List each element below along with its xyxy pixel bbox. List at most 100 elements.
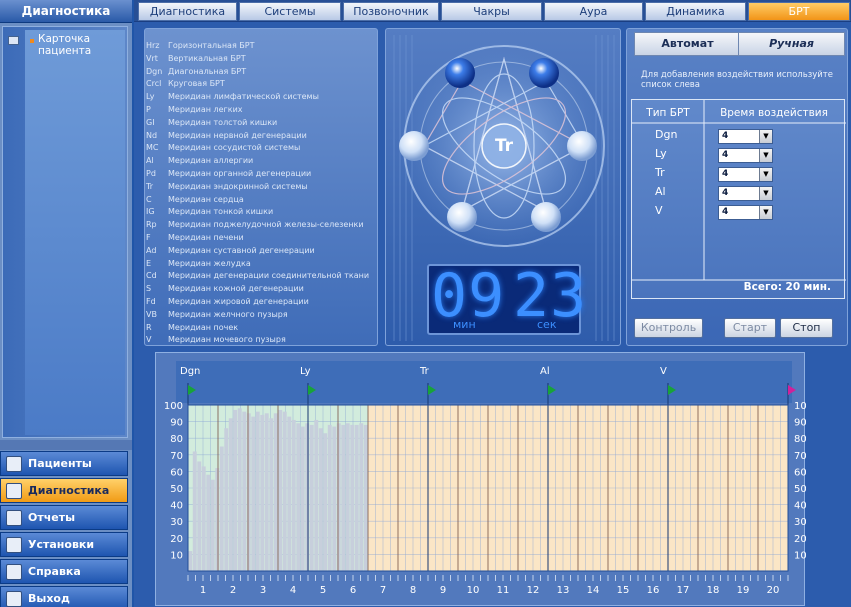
bar-38 bbox=[359, 423, 364, 571]
brt-list-abbr: F bbox=[146, 233, 151, 242]
brt-list-item[interactable]: E Меридиан желудка bbox=[146, 258, 251, 270]
y-tick-label-right: 100 bbox=[794, 401, 806, 412]
chevron-down-icon[interactable]: ▼ bbox=[759, 130, 772, 143]
brt-list-item[interactable]: F Меридиан печени bbox=[146, 232, 244, 244]
brt-list-item[interactable]: Ad Меридиан суставной дегенерации bbox=[146, 245, 315, 257]
brt-list-name: Меридиан лимфатической системы bbox=[168, 92, 319, 102]
bar-37 bbox=[354, 424, 359, 571]
brt-list-item[interactable]: Dgn Диагональная БРТ bbox=[146, 66, 246, 78]
nav-button-label: Справка bbox=[28, 565, 81, 578]
brt-list-item[interactable]: Nd Меридиан нервной дегенерации bbox=[146, 130, 307, 142]
col-header-time: Время воздействия bbox=[720, 107, 828, 119]
bar-2 bbox=[197, 461, 202, 571]
brt-list-item[interactable]: Rp Меридиан поджелудочной железы-селезенк… bbox=[146, 219, 364, 231]
brt-row-type: V bbox=[655, 204, 663, 217]
stop-button[interactable]: Стоп bbox=[780, 318, 833, 338]
segment-label: Ly bbox=[300, 366, 311, 377]
brt-time-select[interactable]: 4 ▼ bbox=[718, 167, 773, 182]
x-tick-label: 4 bbox=[290, 585, 296, 596]
brt-list-abbr: Nd bbox=[146, 130, 158, 140]
y-tick-label-left: 40 bbox=[170, 501, 183, 512]
tab-1[interactable]: Системы bbox=[239, 2, 341, 21]
bar-26 bbox=[305, 423, 310, 571]
y-tick-label-right: 10 bbox=[794, 550, 806, 561]
brt-list-name: Меридиан сосудистой системы bbox=[168, 143, 301, 153]
meridian-node bbox=[531, 202, 561, 232]
brt-list-name: Меридиан почек bbox=[168, 322, 239, 332]
brt-time-select[interactable]: 4 ▼ bbox=[718, 148, 773, 163]
brt-row-type: Ly bbox=[655, 147, 667, 160]
nav-button-0[interactable]: Пациенты bbox=[0, 451, 128, 476]
brt-list-item[interactable]: VB Меридиан желчного пузыря bbox=[146, 309, 288, 321]
nav-button-2[interactable]: Отчеты bbox=[0, 505, 128, 530]
chevron-down-icon[interactable]: ▼ bbox=[759, 149, 772, 162]
brt-list-item[interactable]: MC Меридиан сосудистой системы bbox=[146, 142, 300, 154]
brt-list-item[interactable]: V Меридиан мочевого пузыря bbox=[146, 334, 286, 346]
chevron-down-icon[interactable]: ▼ bbox=[759, 168, 772, 181]
y-tick-label-right: 30 bbox=[794, 517, 806, 528]
nav-button-1[interactable]: Диагностика bbox=[0, 478, 128, 503]
bar-6 bbox=[215, 468, 220, 571]
brt-list-item[interactable]: Al Меридиан аллергии bbox=[146, 155, 253, 167]
tab-3[interactable]: Чакры bbox=[441, 2, 542, 21]
nav-button-label: Установки bbox=[28, 538, 95, 551]
brt-list-item[interactable]: Cd Меридиан дегенерации соединительной тк… bbox=[146, 270, 369, 282]
tree-item-patient-card[interactable]: Карточка пациента bbox=[38, 33, 122, 57]
brt-list-item[interactable]: Vrt Вертикальная БРТ bbox=[146, 53, 246, 65]
bullet-icon bbox=[30, 39, 34, 43]
control-button[interactable]: Контроль bbox=[634, 318, 703, 338]
sidebar-splitter[interactable] bbox=[0, 440, 132, 450]
bar-10 bbox=[233, 409, 238, 571]
brt-list-name: Меридиан сердца bbox=[168, 194, 244, 204]
mode-auto-button[interactable]: Автомат bbox=[634, 32, 741, 56]
brt-list-item[interactable]: P Меридиан легких bbox=[146, 104, 243, 116]
bar-36 bbox=[350, 424, 355, 571]
meridian-node-active bbox=[445, 58, 475, 88]
brt-list-item[interactable]: Fd Меридиан жировой дегенерации bbox=[146, 296, 309, 308]
brt-list-item[interactable]: Hrz Горизонтальная БРТ bbox=[146, 40, 255, 52]
bar-14 bbox=[251, 416, 256, 571]
nav-button-3[interactable]: Установки bbox=[0, 532, 128, 557]
mode-manual-button[interactable]: Ручная bbox=[738, 32, 845, 56]
nav-button-4[interactable]: Справка bbox=[0, 559, 128, 584]
brt-list-item[interactable]: Tr Меридиан эндокринной системы bbox=[146, 181, 308, 193]
brt-list-name: Меридиан тонкой кишки bbox=[168, 207, 274, 217]
y-tick-label-right: 80 bbox=[794, 434, 806, 445]
start-button[interactable]: Старт bbox=[724, 318, 776, 338]
segment-label: Al bbox=[540, 366, 550, 377]
brt-time-select[interactable]: 4 ▼ bbox=[718, 205, 773, 220]
brt-list-abbr: Crcl bbox=[146, 79, 162, 89]
y-tick-label-left: 60 bbox=[170, 467, 183, 478]
brt-list-item[interactable]: Pd Меридиан органной дегенерации bbox=[146, 168, 311, 180]
brt-list-item[interactable]: IG Меридиан тонкой кишки bbox=[146, 206, 273, 218]
nav-button-label: Выход bbox=[28, 592, 70, 605]
hint-text: Для добавления воздействия используйте с… bbox=[641, 70, 833, 90]
chart-panel: 10 10 20 20 30 30 40 40 50 50 60 60 70 70 80 80 90 90 100 1… bbox=[155, 352, 806, 606]
patients-icon bbox=[6, 456, 22, 472]
segment-label: Tr bbox=[419, 366, 430, 377]
brt-list-abbr: C bbox=[146, 194, 152, 204]
tab-6[interactable]: БРТ bbox=[748, 2, 850, 21]
brt-list-item[interactable]: GI Меридиан толстой кишки bbox=[146, 117, 277, 129]
tab-0[interactable]: Диагностика bbox=[138, 2, 237, 21]
brt-list-name: Горизонтальная БРТ bbox=[168, 41, 255, 50]
brt-list-abbr: Hrz bbox=[146, 41, 160, 50]
nav-button-5[interactable]: Выход bbox=[0, 586, 128, 607]
tab-4[interactable]: Аура bbox=[544, 2, 643, 21]
tab-5[interactable]: Динамика bbox=[645, 2, 746, 21]
brt-list-item[interactable]: C Меридиан сердца bbox=[146, 194, 244, 206]
brt-list-abbr: GI bbox=[146, 117, 155, 127]
x-tick-label: 15 bbox=[617, 585, 630, 596]
brt-list-item[interactable]: S Меридиан кожной дегенерации bbox=[146, 283, 304, 295]
chevron-down-icon[interactable]: ▼ bbox=[759, 187, 772, 200]
chevron-down-icon[interactable]: ▼ bbox=[759, 206, 772, 219]
timer-sec-label: сек bbox=[537, 318, 557, 331]
brt-time-select[interactable]: 4 ▼ bbox=[718, 186, 773, 201]
bar-21 bbox=[282, 411, 287, 571]
tab-2[interactable]: Позвоночник bbox=[343, 2, 439, 21]
x-tick-label: 18 bbox=[707, 585, 720, 596]
brt-time-select[interactable]: 4 ▼ bbox=[718, 129, 773, 144]
brt-list-item[interactable]: Ly Меридиан лимфатической системы bbox=[146, 91, 319, 103]
brt-list-item[interactable]: R Меридиан почек bbox=[146, 322, 238, 334]
brt-list-item[interactable]: Crcl Круговая БРТ bbox=[146, 78, 225, 90]
